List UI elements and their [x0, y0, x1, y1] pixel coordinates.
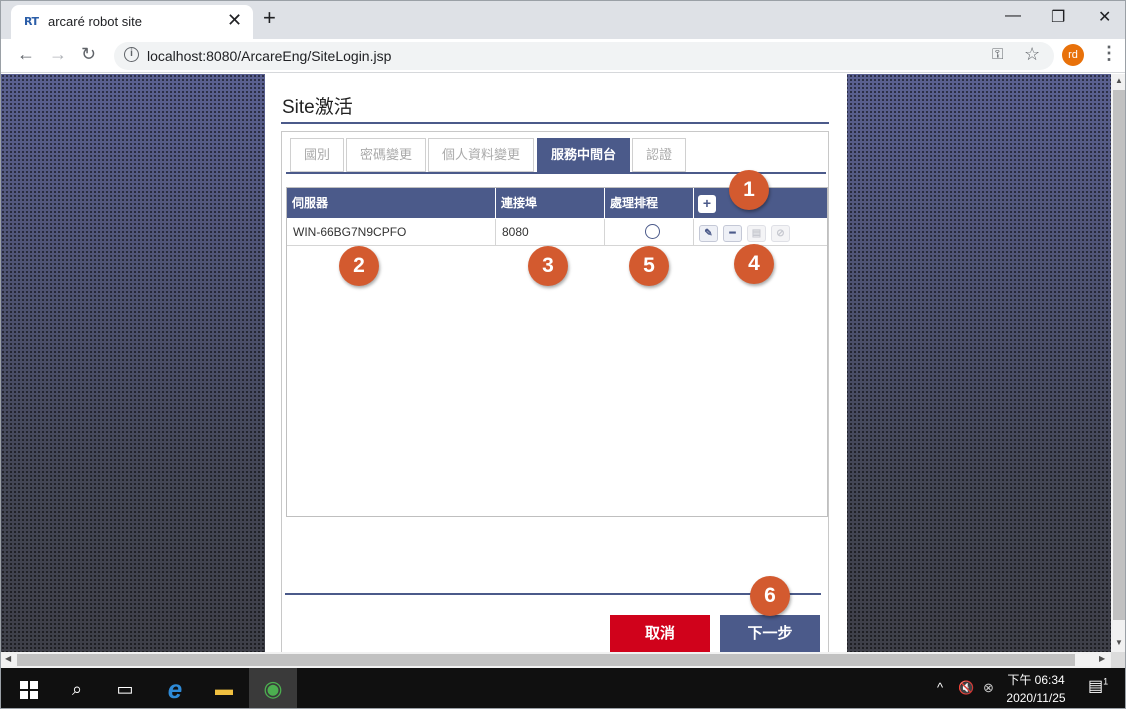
port-cell: 8080 — [496, 219, 605, 246]
volume-muted-icon[interactable]: 🔇 — [958, 680, 974, 696]
footer-divider — [285, 593, 821, 595]
cancel-button[interactable]: 取消 — [610, 615, 710, 652]
annotation-marker-1: 1 — [729, 170, 769, 210]
remove-icon[interactable]: ━ — [723, 225, 742, 242]
minimize-icon[interactable]: — — [1005, 7, 1021, 25]
cancel-icon[interactable]: ⊘ — [771, 225, 790, 242]
clock-time: 下午 06:34 — [1007, 673, 1065, 687]
maximize-icon[interactable]: ❐ — [1051, 7, 1065, 27]
vertical-scroll-thumb[interactable] — [1113, 90, 1125, 620]
annotation-marker-5: 5 — [629, 246, 669, 286]
clock-date: 2020/11/25 — [1006, 691, 1066, 705]
table-row[interactable]: WIN-66BG7N9CPFO 8080 ✎ ━ ▤ ⊘ — [287, 219, 827, 246]
vertical-scrollbar[interactable]: ▲ ▼ — [1111, 74, 1125, 652]
profile-avatar[interactable]: rd — [1062, 44, 1084, 66]
internet-explorer-icon[interactable]: e — [151, 668, 199, 708]
add-row-button[interactable]: + — [698, 195, 716, 213]
info-icon[interactable]: i — [124, 47, 139, 62]
server-grid: 伺服器 連接埠 處理排程 + WIN-66BG7N9CPFO 8080 ✎ ━ … — [286, 187, 828, 517]
windows-taskbar: ⌕ ▭ e ▬ ◉ ^ 🔇 ⊗ 下午 06:34 2020/11/25 ▤1 — [1, 668, 1125, 708]
title-divider — [281, 122, 829, 124]
address-bar[interactable]: i localhost:8080/ArcareEng/SiteLogin.jsp… — [114, 42, 1054, 70]
horizontal-scrollbar[interactable]: ◀ ▶ — [1, 652, 1111, 668]
file-explorer-icon[interactable]: ▬ — [200, 668, 248, 708]
network-icon[interactable]: ⊗ — [983, 680, 994, 696]
annotation-marker-4: 4 — [734, 244, 774, 284]
url-text[interactable]: localhost:8080/ArcareEng/SiteLogin.jsp — [147, 48, 391, 64]
window-close-icon[interactable]: ✕ — [1098, 7, 1111, 27]
scroll-down-icon[interactable]: ▼ — [1115, 638, 1123, 647]
system-clock[interactable]: 下午 06:34 2020/11/25 — [1001, 671, 1071, 707]
browser-window: RT arcaré robot site ✕ + — ❐ ✕ ← → ↻ i l… — [0, 0, 1126, 709]
page-title: Site激活 — [282, 97, 353, 118]
column-port[interactable]: 連接埠 — [496, 188, 605, 218]
page-viewport: Site激活 國別 密碼變更 個人資料變更 服務中間台 認證 伺服器 連接埠 處… — [1, 74, 1111, 652]
scroll-left-icon[interactable]: ◀ — [5, 654, 11, 663]
edit-icon[interactable]: ✎ — [699, 225, 718, 242]
forward-icon[interactable]: → — [49, 44, 67, 65]
annotation-marker-2: 2 — [339, 246, 379, 286]
scroll-right-icon[interactable]: ▶ — [1099, 654, 1105, 663]
search-icon[interactable]: ⌕ — [53, 668, 101, 708]
schedule-radio[interactable] — [645, 224, 660, 239]
windows-start-icon[interactable] — [5, 668, 53, 708]
reload-icon[interactable]: ↻ — [81, 44, 96, 65]
browser-toolbar: ← → ↻ i localhost:8080/ArcareEng/SiteLog… — [1, 39, 1125, 73]
tab-password-change[interactable]: 密碼變更 — [346, 138, 426, 172]
save-icon[interactable]: ▤ — [747, 225, 766, 242]
annotation-marker-3: 3 — [528, 246, 568, 286]
browser-tab[interactable]: RT arcaré robot site ✕ — [11, 5, 253, 39]
chrome-icon[interactable]: ◉ — [249, 668, 297, 708]
close-icon[interactable]: ✕ — [227, 10, 242, 31]
tab-profile-change[interactable]: 個人資料變更 — [428, 138, 534, 172]
tab-country[interactable]: 國別 — [290, 138, 344, 172]
scroll-up-icon[interactable]: ▲ — [1115, 76, 1123, 85]
horizontal-scroll-thumb[interactable] — [17, 654, 1075, 666]
notification-count: 1 — [1103, 676, 1109, 687]
column-schedule[interactable]: 處理排程 — [605, 188, 694, 218]
bookmark-star-icon[interactable]: ☆ — [1024, 44, 1040, 65]
tray-chevron-icon[interactable]: ^ — [937, 680, 943, 695]
next-button[interactable]: 下一步 — [720, 615, 820, 652]
menu-icon[interactable]: ⋮ — [1100, 43, 1118, 64]
new-tab-button[interactable]: + — [263, 5, 276, 31]
notification-icon[interactable]: ▤1 — [1088, 676, 1108, 696]
scrollbar-corner — [1111, 652, 1125, 668]
server-cell: WIN-66BG7N9CPFO — [287, 219, 496, 246]
schedule-cell — [605, 219, 694, 246]
column-server[interactable]: 伺服器 — [287, 188, 496, 218]
site-favicon: RT — [24, 15, 39, 28]
site-activation-card: Site激活 國別 密碼變更 個人資料變更 服務中間台 認證 伺服器 連接埠 處… — [265, 74, 847, 652]
tab-title: arcaré robot site — [48, 14, 142, 29]
key-icon[interactable]: ⚿ — [992, 46, 1003, 63]
tab-strip: RT arcaré robot site ✕ + — ❐ ✕ — [1, 1, 1125, 39]
tab-service-middleware[interactable]: 服務中間台 — [537, 138, 630, 172]
annotation-marker-6: 6 — [750, 576, 790, 616]
back-icon[interactable]: ← — [17, 44, 35, 65]
tab-certification[interactable]: 認證 — [632, 138, 686, 172]
task-view-icon[interactable]: ▭ — [101, 668, 149, 708]
